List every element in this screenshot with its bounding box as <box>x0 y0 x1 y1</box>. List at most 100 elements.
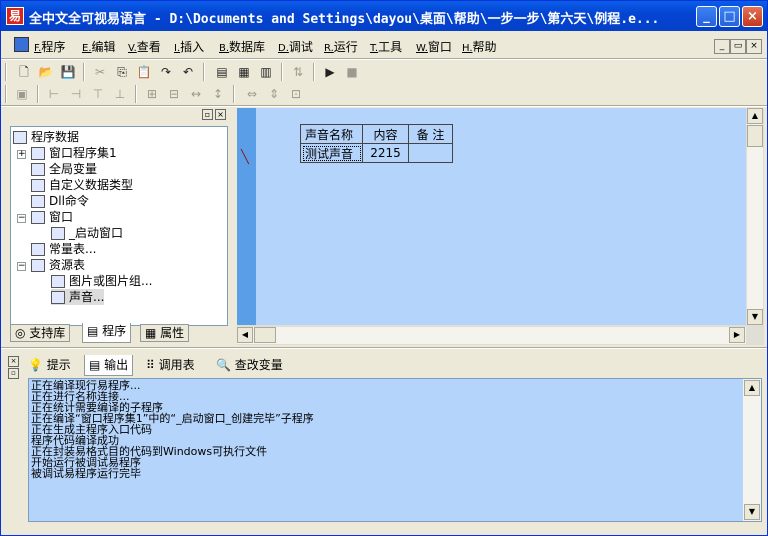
panel-restore-button[interactable]: ▫ <box>8 368 19 379</box>
space-v-icon[interactable]: ↕ <box>209 85 227 103</box>
scroll-right-icon[interactable]: ▶ <box>729 327 745 343</box>
collapse-icon[interactable]: − <box>17 262 26 271</box>
menu-tools[interactable]: T.工具 <box>370 38 402 55</box>
menu-insert[interactable]: I.插入 <box>174 38 204 55</box>
minimize-button[interactable]: _ <box>696 6 717 27</box>
stop-icon[interactable]: ■ <box>343 63 361 81</box>
pane-close-button[interactable]: × <box>215 109 226 120</box>
panel-separator <box>1 347 767 349</box>
align-top-icon[interactable]: ⊤ <box>89 85 107 103</box>
tab-properties[interactable]: ▦ 属性 <box>140 324 190 342</box>
align-bottom-icon[interactable]: ⊥ <box>111 85 129 103</box>
tree-node-pictures[interactable]: 图片或图片组... <box>51 273 152 289</box>
tab-support-library[interactable]: ◎ 支持库 <box>10 324 71 342</box>
window-icon <box>31 211 45 224</box>
copy-icon[interactable]: ⎘ <box>113 63 131 81</box>
editor-horizontal-scrollbar[interactable]: ◀ ▶ <box>237 327 746 344</box>
open-folder-icon[interactable]: 📂 <box>37 63 55 81</box>
scroll-thumb[interactable] <box>747 125 763 147</box>
table-cell[interactable]: 2215 <box>362 143 409 163</box>
align-right-icon[interactable]: ⊣ <box>67 85 85 103</box>
same-width-icon[interactable]: ⇔ <box>243 85 261 103</box>
mdi-restore-button[interactable]: ▭ <box>730 39 746 54</box>
tree-node-dll-commands[interactable]: Dll命令 <box>31 193 89 209</box>
cut-icon[interactable]: ✂ <box>91 63 109 81</box>
sound-table[interactable]: 声音名称 内容 备 注 测试声音 2215 <box>300 124 453 163</box>
menu-run[interactable]: R.运行 <box>324 38 358 55</box>
tab-output[interactable]: ▤ 输出 <box>84 355 134 376</box>
menu-program[interactable]: F.程序 <box>34 38 65 55</box>
dll-icon <box>31 195 45 208</box>
tree-node-assembly[interactable]: 窗口程序集1 <box>31 145 117 161</box>
menu-window[interactable]: W.窗口 <box>416 38 452 55</box>
document-icon[interactable] <box>14 37 29 52</box>
pane-restore-button[interactable]: ▫ <box>202 109 213 120</box>
tab-call-stack[interactable]: ⠿ 调用表 <box>146 355 195 376</box>
panel-close-button[interactable]: × <box>8 356 19 367</box>
scroll-down-icon[interactable]: ▼ <box>747 309 763 325</box>
output-icon: ▤ <box>89 358 101 372</box>
center-v-icon[interactable]: ⊟ <box>165 85 183 103</box>
undo-icon[interactable]: ↶ <box>179 63 197 81</box>
table-cell[interactable]: 测试声音 <box>300 143 363 163</box>
tab-watch-vars[interactable]: 🔍 查改变量 <box>216 355 283 376</box>
program-tree[interactable]: 程序数据 + 窗口程序集1 全局变量 自定义数据类型 Dll命令 − 窗口 _启… <box>10 126 228 326</box>
tree-node-constants[interactable]: 常量表... <box>31 241 96 257</box>
output-scrollbar[interactable]: ▲ ▼ <box>743 379 761 521</box>
run-icon[interactable]: ▶ <box>321 63 339 81</box>
output-lines: 正在编译现行易程序... 正在进行名称连接... 正在统计需要编译的子程序 正在… <box>29 380 741 479</box>
new-file-icon[interactable]: 🗋 <box>15 63 33 81</box>
output-log[interactable]: 正在编译现行易程序... 正在进行名称连接... 正在统计需要编译的子程序 正在… <box>28 378 762 522</box>
output-line: 正在生成主程序入口代码 <box>31 423 152 436</box>
editor-canvas[interactable]: 声音名称 内容 备 注 测试声音 2215 <box>256 108 746 325</box>
expand-icon[interactable]: + <box>17 150 26 159</box>
menu-separator <box>1 58 767 60</box>
scroll-up-icon[interactable]: ▲ <box>747 108 763 124</box>
mdi-close-button[interactable]: × <box>746 39 762 54</box>
menu-edit[interactable]: E.编辑 <box>82 38 116 55</box>
tree-node-sounds[interactable]: 声音... <box>51 289 105 305</box>
editor-vertical-scrollbar[interactable]: ▲ ▼ <box>746 108 763 325</box>
menu-help[interactable]: H.帮助 <box>462 38 497 55</box>
app-icon[interactable]: 易 <box>6 7 24 25</box>
grid-icon[interactable]: ▣ <box>13 85 31 103</box>
redo-icon[interactable]: ↷ <box>157 63 175 81</box>
tree-node-startup-window[interactable]: _启动窗口 <box>51 225 123 241</box>
same-height-icon[interactable]: ⇕ <box>265 85 283 103</box>
tab-hint[interactable]: 💡 提示 <box>28 355 71 376</box>
layout-3-icon[interactable]: ▥ <box>257 63 275 81</box>
space-h-icon[interactable]: ↔ <box>187 85 205 103</box>
standard-toolbar: 🗋 📂 💾 ✂ ⎘ 📋 ↷ ↶ ▤ ▦ ▥ ⇅ ▶ ■ <box>3 61 383 83</box>
menu-debug[interactable]: D.调试 <box>278 38 313 55</box>
scroll-thumb[interactable] <box>254 327 276 343</box>
scroll-down-icon[interactable]: ▼ <box>744 504 760 520</box>
mdi-minimize-button[interactable]: _ <box>714 39 730 54</box>
table-cell[interactable] <box>408 143 453 163</box>
save-icon[interactable]: 💾 <box>59 63 77 81</box>
tree-node-resources[interactable]: 资源表 <box>31 257 85 273</box>
close-button[interactable]: × <box>742 6 763 27</box>
menu-database[interactable]: B.数据库 <box>219 38 265 55</box>
center-h-icon[interactable]: ⊞ <box>143 85 161 103</box>
menu-view[interactable]: V.查看 <box>128 38 161 55</box>
window-icon <box>51 227 65 240</box>
workspace-header: ▫ × <box>6 108 231 122</box>
same-size-icon[interactable]: ⊡ <box>287 85 305 103</box>
paste-icon[interactable]: 📋 <box>135 63 153 81</box>
tree-node-custom-types[interactable]: 自定义数据类型 <box>31 177 133 193</box>
tree-node-windows[interactable]: 窗口 <box>31 209 73 225</box>
editor-gutter: ╲ <box>237 108 256 325</box>
tab-program[interactable]: ▤ 程序 <box>82 323 132 343</box>
collapse-icon[interactable]: − <box>17 214 26 223</box>
step-icon[interactable]: ⇅ <box>289 63 307 81</box>
table-row[interactable]: 测试声音 2215 <box>300 143 453 163</box>
layout-2-icon[interactable]: ▦ <box>235 63 253 81</box>
scroll-up-icon[interactable]: ▲ <box>744 380 760 396</box>
layout-1-icon[interactable]: ▤ <box>213 63 231 81</box>
maximize-button[interactable]: □ <box>719 6 740 27</box>
scroll-left-icon[interactable]: ◀ <box>237 327 253 343</box>
tree-node-global-vars[interactable]: 全局变量 <box>31 161 97 177</box>
tree-node-program-data[interactable]: 程序数据 <box>13 129 79 145</box>
align-left-icon[interactable]: ⊢ <box>45 85 63 103</box>
title-bar[interactable]: 易 全中文全可视易语言 - D:\Documents and Settings\… <box>1 1 767 31</box>
